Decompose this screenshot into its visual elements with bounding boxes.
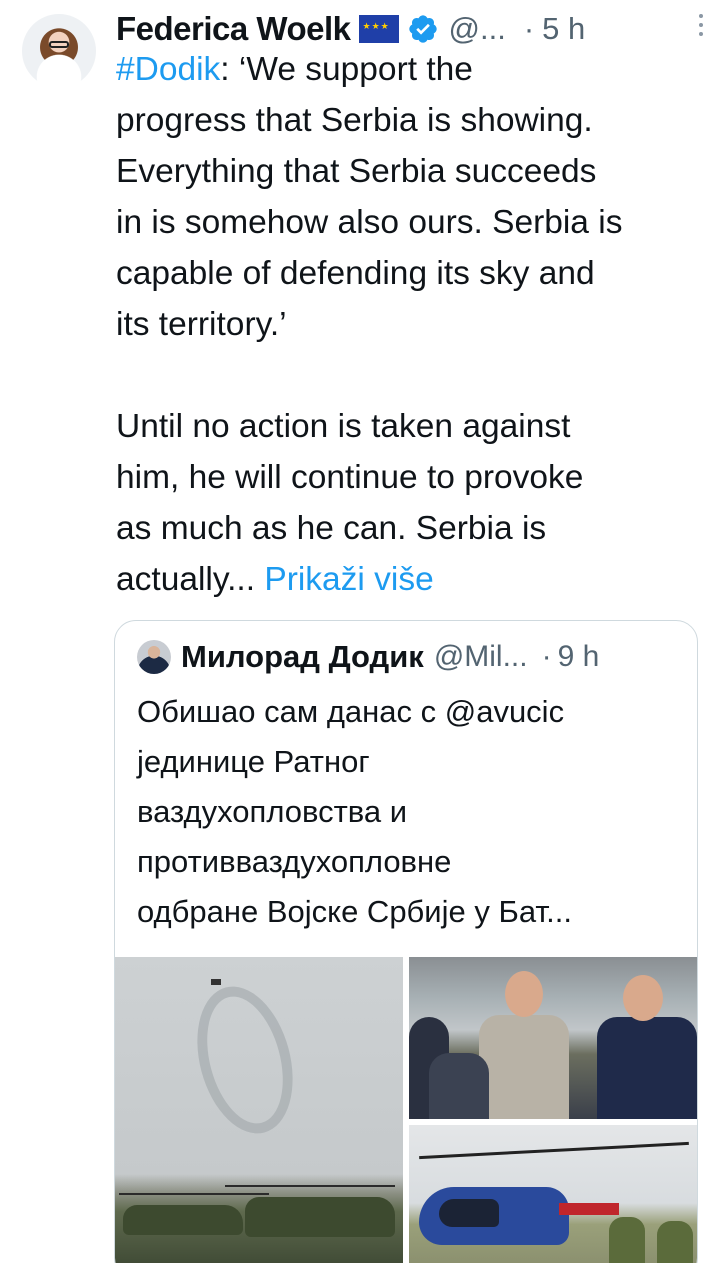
person-head xyxy=(623,975,663,1021)
media-grid xyxy=(115,957,697,1263)
tweet-line: as much as he can. Serbia is xyxy=(116,510,547,547)
helicopter-rotor xyxy=(225,1185,395,1187)
tweet-text: #Dodik: ‘We support the progress that Se… xyxy=(116,44,706,605)
photo-officials[interactable] xyxy=(409,957,697,1119)
tweet-line: progress that Serbia is showing. xyxy=(116,102,593,139)
person-head xyxy=(505,971,543,1017)
tweet-line: its territory.’ xyxy=(116,306,287,343)
quote-author-name: Милорад Додик xyxy=(181,639,424,674)
soldier xyxy=(609,1217,645,1263)
helicopter-rotor xyxy=(419,1141,689,1160)
person xyxy=(479,1015,569,1119)
tweet-line: in is somehow also ours. Serbia is xyxy=(116,204,623,241)
helicopter-rotor xyxy=(119,1193,269,1195)
tweet-line: Everything that Serbia succeeds xyxy=(116,153,597,190)
more-vertical-icon[interactable] xyxy=(698,14,704,36)
quote-line: јединице Ратног xyxy=(137,744,370,779)
helicopter xyxy=(123,1205,243,1235)
photo-helicopter[interactable] xyxy=(409,1125,697,1263)
tweet-line: Until no action is taken against xyxy=(116,408,571,445)
tweet-time[interactable]: 5 h xyxy=(542,11,585,47)
person xyxy=(597,1017,697,1119)
helicopter-tail xyxy=(559,1203,619,1215)
dot-separator: · xyxy=(523,11,535,46)
show-more-link[interactable]: Prikaži više xyxy=(264,561,433,598)
tweet-line: actually... xyxy=(116,561,256,598)
author-handle[interactable]: @... xyxy=(449,11,506,47)
quoted-tweet[interactable]: Милорад Додик @Mil... · 9 h Обишао сам д… xyxy=(114,620,698,1263)
soldier xyxy=(657,1221,693,1263)
quote-line: противваздухопловне xyxy=(137,844,452,879)
quote-text: Обишао сам данас с @avucic јединице Ратн… xyxy=(137,687,677,937)
quote-line: ваздухопловства и xyxy=(137,794,408,829)
tweet-line: : ‘We support the xyxy=(220,51,473,88)
smoke-trail xyxy=(182,975,308,1145)
tweet-line: him, he will continue to provoke xyxy=(116,459,584,496)
helicopter-window xyxy=(439,1199,499,1227)
verified-badge-icon xyxy=(407,13,439,45)
quote-author-handle: @Mil... xyxy=(433,640,528,673)
author-name[interactable]: Federica Woelk xyxy=(116,10,351,48)
photo-air-show[interactable] xyxy=(115,957,403,1263)
quote-author-avatar[interactable] xyxy=(137,640,171,674)
quote-header: Милорад Додик @Mil... · 9 h xyxy=(137,635,681,679)
author-avatar[interactable] xyxy=(22,14,96,88)
person xyxy=(429,1053,489,1119)
quote-time: 9 h xyxy=(557,640,600,673)
quote-line: одбране Војске Србије у Бат... xyxy=(137,894,572,929)
helicopter xyxy=(245,1197,395,1237)
quote-line: Обишао сам данас с @avucic xyxy=(137,694,565,729)
dot-separator: · xyxy=(541,640,552,673)
tweet[interactable]: Federica Woelk @... · 5 h #Dodik: ‘We su… xyxy=(0,0,720,1263)
tweet-line: capable of defending its sky and xyxy=(116,255,595,292)
avatar-glasses xyxy=(49,41,69,48)
jet-silhouette xyxy=(211,979,221,985)
hashtag-link[interactable]: #Dodik xyxy=(116,51,220,88)
eu-flag-icon xyxy=(358,15,399,43)
